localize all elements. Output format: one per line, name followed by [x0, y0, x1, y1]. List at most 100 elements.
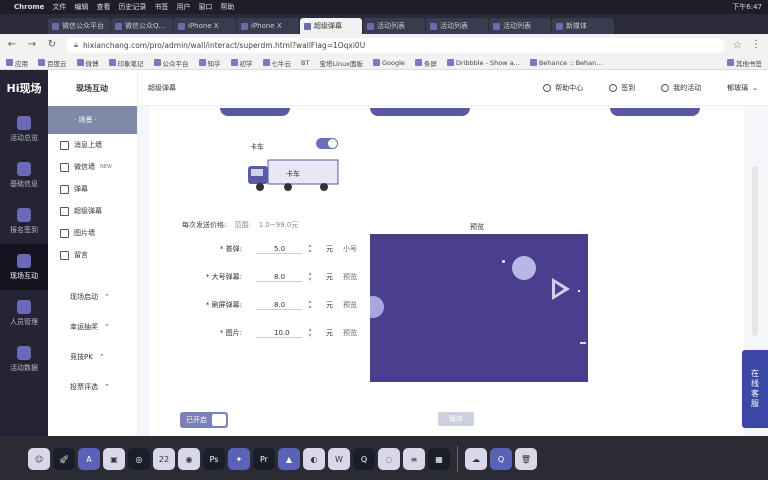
nav-item-interaction[interactable]: 现场互动: [0, 244, 48, 290]
stepper-icon[interactable]: ▴ ▾: [306, 271, 314, 283]
bookmark-item[interactable]: 宝塔Linux面板: [319, 58, 363, 68]
bookmark-item[interactable]: 知乎: [198, 58, 221, 68]
price-input[interactable]: 8.0: [256, 273, 302, 282]
sub-nav-item-wechat-wall[interactable]: 微信墙 NEW: [48, 156, 137, 178]
menu-item-edit[interactable]: 编辑: [74, 2, 88, 12]
browser-tab[interactable]: 微信公众Q...: [111, 18, 173, 34]
app-logo[interactable]: Hi现场: [0, 70, 48, 106]
bookmark-item[interactable]: Behance :: Behan...: [529, 59, 602, 67]
sub-nav-group[interactable]: 幸运抽奖 ⌃: [48, 312, 137, 342]
price-input[interactable]: 10.0: [256, 329, 302, 338]
back-arrow-icon[interactable]: ←: [6, 39, 18, 51]
bookmark-item[interactable]: BT: [301, 59, 309, 67]
browser-tab[interactable]: 活动列表: [426, 18, 488, 34]
menu-item-bookmarks[interactable]: 书签: [154, 2, 168, 12]
forward-arrow-icon[interactable]: →: [26, 39, 38, 51]
calendar-icon[interactable]: 22: [153, 448, 175, 470]
bookmark-item[interactable]: 微博: [76, 58, 99, 68]
sub-nav-item-comment[interactable]: 留言: [48, 244, 137, 266]
nav-item-overview[interactable]: 活动总览: [0, 106, 48, 152]
menu-item-view[interactable]: 查看: [96, 2, 110, 12]
menu-item-help[interactable]: 帮助: [220, 2, 234, 12]
menu-item-window[interactable]: 窗口: [198, 2, 212, 12]
breadcrumb[interactable]: 超级弹幕: [148, 83, 176, 93]
browser-tab-active[interactable]: 超级弹幕: [300, 18, 362, 34]
other-bookmarks[interactable]: 其他书签: [727, 58, 762, 68]
browser-tab[interactable]: iPhone X: [174, 18, 236, 34]
stepper-icon[interactable]: ▴ ▾: [306, 299, 314, 311]
baidu-netdisk-icon[interactable]: ☁: [465, 448, 487, 470]
nav-item-basic-info[interactable]: 基础信息: [0, 152, 48, 198]
online-service-button[interactable]: 在线客服: [742, 350, 768, 428]
menu-item-history[interactable]: 历史记录: [118, 2, 146, 12]
quicktime-icon[interactable]: Q: [490, 448, 512, 470]
nav-item-data[interactable]: 活动数据: [0, 336, 48, 382]
finder-icon[interactable]: ☺: [28, 448, 50, 470]
app-menu-chrome[interactable]: Chrome: [14, 3, 44, 11]
bookmark-item[interactable]: 初学: [230, 58, 253, 68]
wps-icon[interactable]: W: [328, 448, 350, 470]
scrollbar[interactable]: [752, 166, 758, 336]
qq-icon[interactable]: Q: [353, 448, 375, 470]
app-store-icon[interactable]: A: [78, 448, 100, 470]
bookmark-item[interactable]: 条屏: [414, 58, 437, 68]
bookmark-star-icon[interactable]: ☆: [733, 40, 742, 51]
chrome-icon[interactable]: ◉: [178, 448, 200, 470]
launchpad-icon[interactable]: 🚀︎: [53, 448, 75, 470]
style-thumbnail[interactable]: [220, 108, 290, 116]
truck-style-toggle[interactable]: [316, 138, 338, 149]
browser-tab[interactable]: 新媒体: [552, 18, 614, 34]
browser-tab[interactable]: iPhone X: [237, 18, 299, 34]
bookmark-item[interactable]: 应用: [6, 58, 28, 68]
sub-nav-item-danmaku[interactable]: 弹幕: [48, 178, 137, 200]
sub-nav-item-photo-wall[interactable]: 图片墙: [48, 222, 137, 244]
browser-tab[interactable]: 微信公众平台: [48, 18, 110, 34]
stepper-icon[interactable]: ▴ ▾: [306, 327, 314, 339]
bookmark-item[interactable]: 百度云: [38, 58, 67, 68]
menu-item-user[interactable]: 用户: [176, 2, 190, 12]
bookmark-item[interactable]: 七牛云: [262, 58, 291, 68]
nav-item-signup[interactable]: 报名签到: [0, 198, 48, 244]
siri-icon[interactable]: ◐: [303, 448, 325, 470]
my-activities-link[interactable]: 我的活动: [661, 83, 701, 93]
photos-icon[interactable]: ▦: [428, 448, 450, 470]
price-input[interactable]: 5.0: [256, 245, 302, 254]
bookmark-item[interactable]: Google: [372, 59, 405, 67]
sub-nav-item-super-danmaku[interactable]: 超级弹幕: [48, 200, 137, 222]
photoshop-icon[interactable]: Ps: [203, 448, 225, 470]
user-menu[interactable]: 郁玻璃 ⌄: [727, 83, 758, 93]
enabled-toggle[interactable]: 已开启: [180, 412, 228, 428]
nav-item-people[interactable]: 人员管理: [0, 290, 48, 336]
trash-icon[interactable]: 🗑︎: [515, 448, 537, 470]
sub-nav-item-message-wall[interactable]: 消息上墙: [48, 134, 137, 156]
play-icon[interactable]: [552, 278, 570, 300]
bookmark-item[interactable]: Dribbble - Show a...: [446, 59, 520, 67]
checkin-link[interactable]: 签到: [609, 83, 635, 93]
more-menu-icon[interactable]: ⋮: [750, 39, 762, 51]
bookmark-item[interactable]: 公众平台: [153, 58, 189, 68]
menu-item-file[interactable]: 文件: [52, 2, 66, 12]
style-thumbnail[interactable]: [610, 108, 700, 116]
price-input[interactable]: 8.0: [256, 301, 302, 310]
preview-icon[interactable]: ▣: [103, 448, 125, 470]
notes-icon[interactable]: ≡: [403, 448, 425, 470]
sub-nav-group[interactable]: 现场启动 ⌃: [48, 282, 137, 312]
sub-nav-group[interactable]: 竞技PK ⌃: [48, 342, 137, 372]
clock[interactable]: 下午6:47: [732, 2, 762, 12]
save-button[interactable]: 保存: [438, 412, 474, 426]
bookmark-item[interactable]: 印象笔记: [108, 58, 144, 68]
style-thumbnail[interactable]: [370, 108, 470, 116]
stepper-icon[interactable]: ▴ ▾: [306, 243, 314, 255]
address-bar[interactable]: 🔒︎ hixianchang.com/pro/admin/wall/intera…: [66, 37, 726, 53]
premiere-icon[interactable]: Pr: [253, 448, 275, 470]
navigator-icon[interactable]: ✦: [228, 448, 250, 470]
sub-nav-selected[interactable]: · 场景 ·: [48, 106, 137, 134]
keynote-icon[interactable]: ▲: [278, 448, 300, 470]
sub-nav-group[interactable]: 投票评选 ⌃: [48, 372, 137, 402]
safari-icon[interactable]: ◎: [128, 448, 150, 470]
help-center-link[interactable]: 帮助中心: [543, 83, 583, 93]
browser-tab[interactable]: 活动列表: [363, 18, 425, 34]
reload-icon[interactable]: ↻: [46, 39, 58, 51]
browser-tab[interactable]: 活动列表: [489, 18, 551, 34]
wechat-icon[interactable]: ◌: [378, 448, 400, 470]
